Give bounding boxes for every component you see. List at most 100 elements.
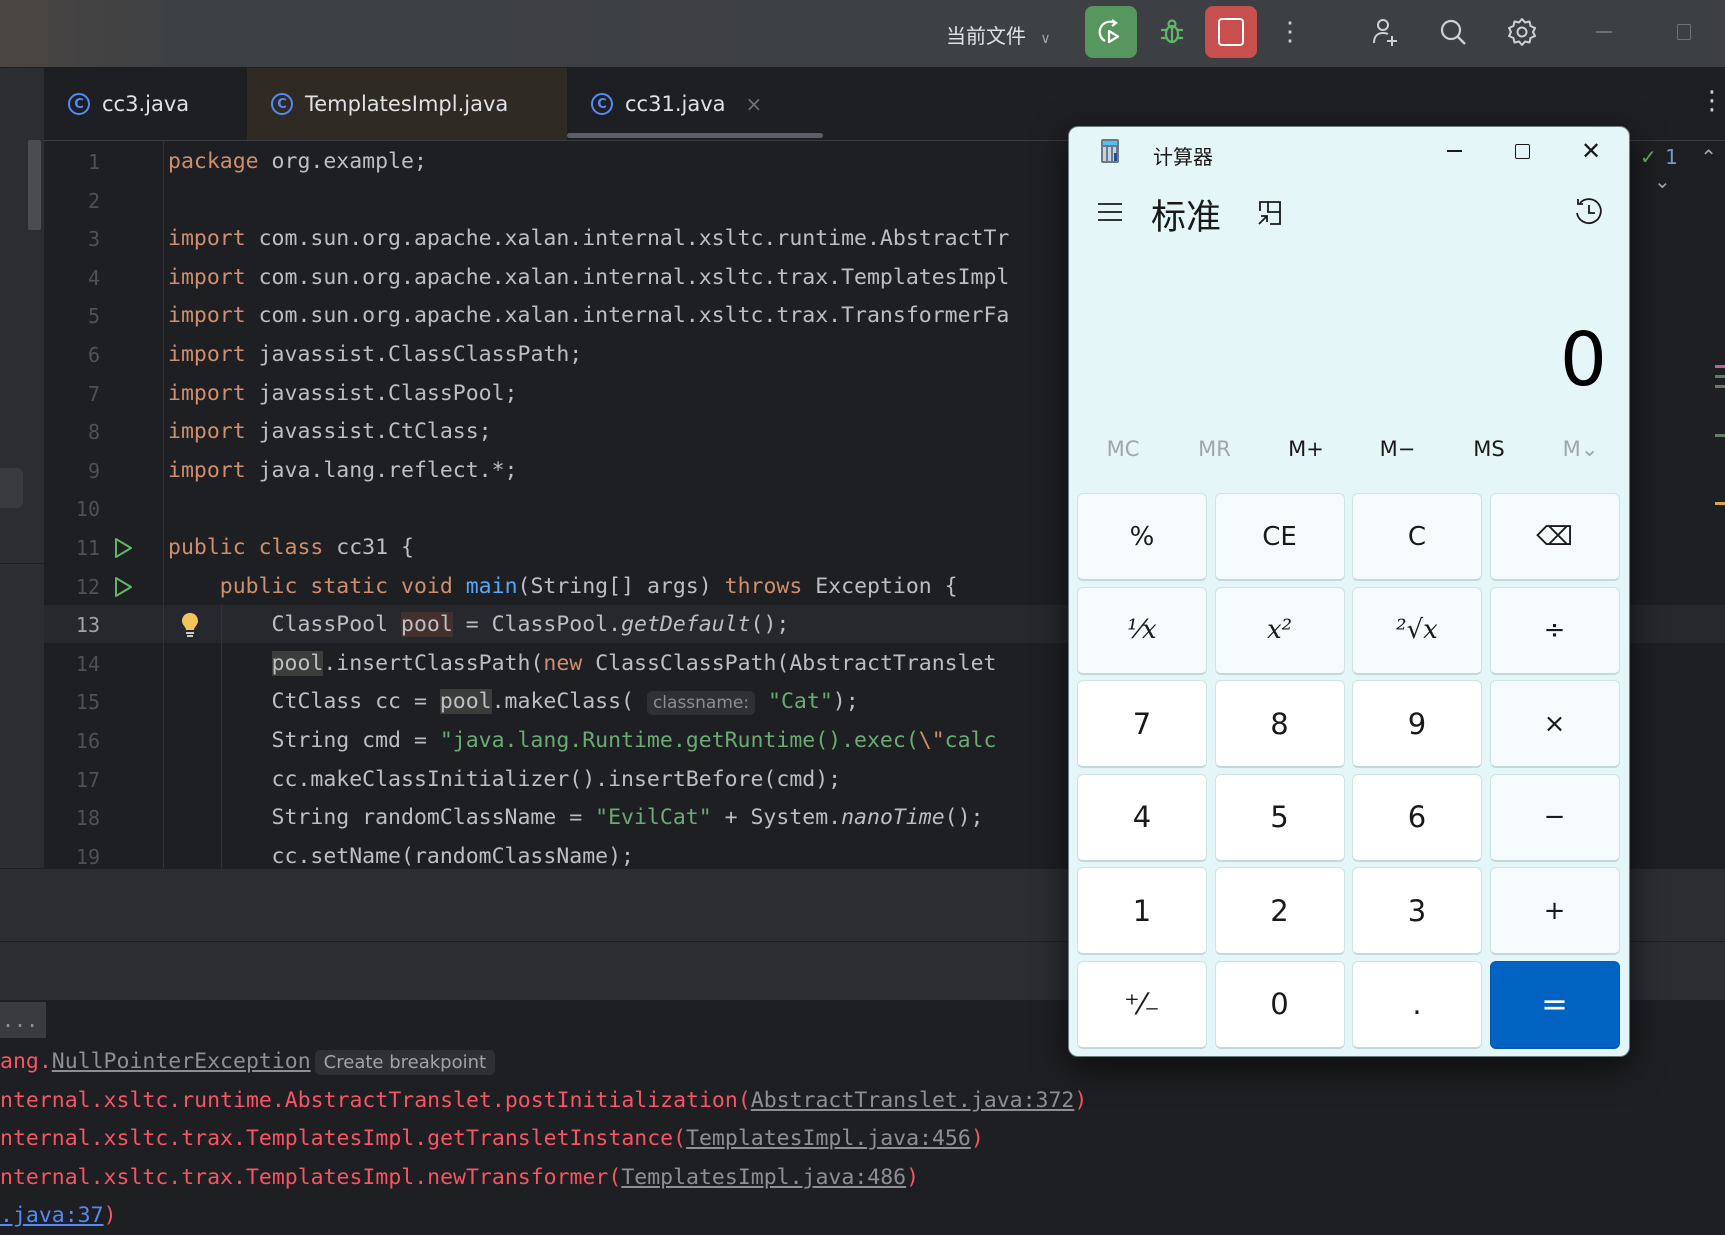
key-digit-9[interactable]: 9 [1352,680,1482,768]
code-token: pool [401,612,453,638]
code-line: String cmd = "java.lang.Runtime.getRunti… [168,722,997,760]
key-label: x² [1266,615,1293,645]
key-digit-4[interactable]: 4 [1077,773,1207,862]
stop-button[interactable] [1205,6,1257,58]
window-minimize-button[interactable] [1586,12,1622,52]
code-token: ); [832,689,859,715]
create-breakpoint-button[interactable]: Create breakpoint [314,1050,496,1075]
line-number[interactable]: 4 [44,259,100,297]
key-digit-0[interactable]: 0 [1214,960,1345,1049]
minimize-icon [1446,150,1462,152]
memory-button-m-minus[interactable]: M− [1352,437,1444,461]
collapsed-output-fold[interactable]: ... [0,1002,46,1038]
run-config-selector[interactable]: 当前文件 ∨ [946,20,1051,49]
next-highlight-icon[interactable]: ⌄ [1654,169,1671,193]
key-subtract[interactable]: − [1489,773,1620,862]
key-multiply[interactable]: × [1489,680,1620,768]
tab-close-icon[interactable]: × [746,92,763,116]
tabs-more-button[interactable]: ⋮ [1699,86,1725,116]
run-gutter-icon[interactable] [112,537,134,563]
line-number[interactable]: 10 [44,490,100,528]
line-number[interactable]: 7 [44,375,100,413]
active-tab-indicator [567,133,823,138]
key-digit-3[interactable]: 3 [1352,867,1482,955]
usage-stripe-marker[interactable] [1715,385,1725,388]
line-number[interactable]: 19 [44,838,100,868]
usage-stripe-marker[interactable] [1715,375,1725,378]
line-number[interactable]: 3 [44,220,100,258]
run-gutter-icon[interactable] [112,576,134,602]
line-number[interactable]: 5 [44,297,100,335]
history-button[interactable] [1572,195,1606,229]
code-with-me-button[interactable] [1365,12,1405,52]
key-add[interactable]: + [1489,867,1620,955]
key-digit-1[interactable]: 1 [1077,867,1207,955]
line-number[interactable]: 12 [44,568,100,606]
line-number[interactable]: 17 [44,761,100,799]
key-decimal[interactable]: . [1352,960,1482,1049]
source-link[interactable]: TemplatesImpl.java:456 [686,1126,971,1151]
previous-highlight-icon[interactable]: ⌃ [1700,145,1717,169]
strip-tool-button[interactable] [0,468,23,508]
key-backspace[interactable]: ⌫ [1489,493,1620,581]
key-digit-7[interactable]: 7 [1077,680,1207,768]
source-link[interactable]: .java:37 [0,1203,104,1228]
calc-minimize-button[interactable] [1421,127,1487,175]
key-digit-8[interactable]: 8 [1214,680,1345,768]
line-number[interactable]: 18 [44,799,100,837]
line-number[interactable]: 13 [44,606,100,644]
calc-close-button[interactable]: ✕ [1558,127,1624,175]
settings-button[interactable] [1502,12,1542,52]
maximize-icon [1514,143,1530,159]
line-number[interactable]: 11 [44,529,100,567]
strip-scrollbar[interactable] [28,140,41,230]
key-percent[interactable]: % [1077,493,1207,581]
tab-cc31-java[interactable]: C cc31.java × [567,68,827,140]
console-text: ) [906,1165,920,1190]
calculator-app-icon [1101,139,1119,163]
key-digit-5[interactable]: 5 [1214,773,1345,862]
line-number[interactable]: 1 [44,143,100,181]
keep-on-top-button[interactable] [1256,199,1284,227]
error-stripe-marker[interactable] [1715,365,1725,368]
key-digit-6[interactable]: 6 [1352,773,1482,862]
key-digit-2[interactable]: 2 [1214,867,1345,955]
memory-button-ms[interactable]: MS [1443,437,1535,461]
key-clear[interactable]: C [1352,493,1482,581]
tab-cc3-java[interactable]: C cc3.java [44,68,247,140]
line-number[interactable]: 14 [44,645,100,683]
code-token: javassist.ClassPool; [245,380,518,406]
calculator-mode-title: 标准 [1151,198,1222,238]
usage-stripe-marker[interactable] [1715,434,1725,437]
key-label: ÷ [1543,615,1566,645]
line-number[interactable]: 15 [44,683,100,721]
warning-stripe-marker[interactable] [1715,502,1725,505]
search-button[interactable] [1433,12,1473,52]
source-link[interactable]: NullPointerException [52,1049,311,1074]
line-number[interactable]: 9 [44,452,100,490]
debug-button[interactable] [1150,10,1194,54]
key-equals[interactable]: = [1489,960,1620,1049]
line-number[interactable]: 6 [44,336,100,374]
key-clear-entry[interactable]: CE [1214,493,1345,581]
key-negate[interactable]: ⁺⁄₋ [1077,960,1207,1049]
key-reciprocal[interactable]: ¹⁄x [1077,586,1207,675]
key-label: . [1412,987,1422,1021]
more-actions-button[interactable]: ⋮ [1275,12,1305,52]
line-number[interactable]: 8 [44,413,100,451]
key-square[interactable]: x² [1214,586,1345,675]
key-divide[interactable]: ÷ [1489,586,1620,675]
source-link[interactable]: AbstractTranslet.java:372 [751,1088,1075,1113]
line-number[interactable]: 2 [44,182,100,220]
tab-templatesimpl-java[interactable]: C TemplatesImpl.java [247,68,567,140]
memory-button-m-plus[interactable]: M+ [1260,437,1352,461]
calc-maximize-button[interactable] [1489,127,1555,175]
inspection-widget[interactable]: ✓ 1 ⌃ ⌄ [1640,145,1725,193]
source-link[interactable]: TemplatesImpl.java:486 [621,1165,906,1190]
line-number[interactable]: 16 [44,722,100,760]
window-maximize-button[interactable] [1666,12,1702,52]
key-square-root[interactable]: ²√x [1352,586,1482,675]
rerun-button[interactable] [1085,6,1137,58]
navigation-menu-button[interactable] [1095,200,1125,224]
key-label: ⌫ [1536,521,1573,552]
